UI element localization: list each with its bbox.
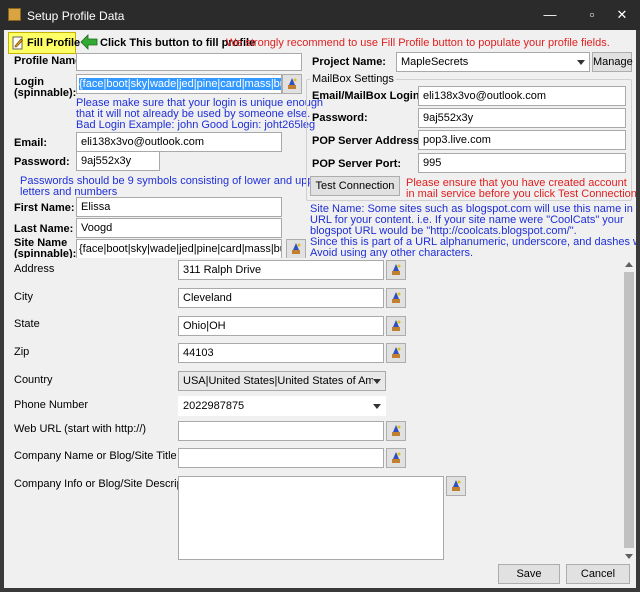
project-name-select[interactable]: MapleSecrets (396, 52, 590, 72)
green-arrow-left-icon (80, 34, 98, 50)
address-spin-button[interactable] (386, 260, 406, 280)
fill-profile-button[interactable]: Fill Profile (8, 32, 80, 54)
mailbox-password-input[interactable]: 9aj552x3y (418, 108, 626, 128)
scroll-down-icon[interactable] (625, 554, 633, 559)
last-name-label: Last Name: (14, 223, 74, 235)
chevron-down-icon (373, 379, 381, 384)
wizard-icon (292, 243, 301, 254)
scroll-up-icon[interactable] (625, 262, 633, 267)
country-select[interactable]: USA|United States|United States of Ameri… (178, 371, 386, 391)
first-name-label: First Name: (14, 202, 75, 214)
pop-port-label: POP Server Port: (312, 158, 402, 170)
pencil-note-icon (12, 36, 24, 50)
web-url-spin-button[interactable] (386, 421, 406, 441)
profile-name-label: Profile Name: (14, 55, 85, 67)
web-url-input[interactable] (178, 421, 384, 441)
manage-button[interactable]: Manage (592, 52, 633, 72)
city-input[interactable]: Cleveland (178, 288, 384, 308)
pop-port-input[interactable]: 995 (418, 153, 626, 173)
phone-select[interactable]: 2022987875 (178, 396, 386, 416)
company-name-spin-button[interactable] (386, 448, 406, 468)
mailbox-group-title: MailBox Settings (310, 73, 396, 85)
login-spin-button[interactable] (282, 74, 302, 94)
title-bar: Setup Profile Data — ▫ ✕ (0, 0, 640, 30)
app-icon (8, 8, 21, 21)
address-scrollbar[interactable] (622, 258, 636, 563)
mailbox-email-label: Email/MailBox Login : (312, 90, 427, 102)
state-label: State (14, 318, 40, 330)
country-label: Country (14, 374, 53, 386)
pop-server-input[interactable]: pop3.live.com (418, 130, 626, 150)
pop-server-label: POP Server Address: (312, 135, 423, 147)
zip-spin-button[interactable] (386, 343, 406, 363)
address-label: Address (14, 263, 55, 275)
site-name-input[interactable]: {face|boot|sky|wade|jed|pine|card|mass|b… (76, 239, 282, 259)
phone-value: 2022987875 (183, 400, 245, 412)
email-label: Email: (14, 137, 48, 149)
wizard-icon (392, 292, 401, 303)
mailbox-email-input[interactable]: eli138x3vo@outlook.com (418, 86, 626, 106)
site-name-spin-button[interactable] (286, 239, 306, 259)
login-hint-3: Bad Login Example: john Good Login: joht… (76, 119, 316, 131)
recommend-text: We strongly recommend to use Fill Profil… (226, 37, 610, 49)
email-input[interactable]: eli138x3vo@outlook.com (76, 132, 282, 152)
wizard-icon (392, 425, 401, 436)
window-title: Setup Profile Data (27, 9, 125, 23)
form-client-area: Fill Profile Click This button to fill p… (4, 30, 636, 588)
company-info-label: Company Info or Blog/Site Description (14, 478, 201, 490)
chevron-down-icon (373, 404, 381, 409)
country-value: USA|United States|United States of Ameri… (183, 375, 373, 387)
state-spin-button[interactable] (386, 316, 406, 336)
address-input[interactable]: 311 Ralph Drive (178, 260, 384, 280)
phone-label: Phone Number (14, 399, 88, 411)
company-name-input[interactable] (178, 448, 384, 468)
scroll-thumb[interactable] (624, 272, 634, 548)
save-button[interactable]: Save (498, 564, 560, 584)
city-label: City (14, 291, 33, 303)
first-name-input[interactable]: Elissa (76, 197, 282, 217)
cancel-button[interactable]: Cancel (566, 564, 630, 584)
company-info-textarea[interactable] (178, 476, 444, 560)
wizard-icon (392, 347, 401, 358)
chevron-down-icon (577, 60, 585, 65)
project-name-label: Project Name: (312, 56, 386, 68)
state-input[interactable]: Ohio|OH (178, 316, 384, 336)
city-spin-button[interactable] (386, 288, 406, 308)
wizard-icon (392, 320, 401, 331)
minimize-button[interactable]: — (536, 6, 564, 24)
zip-input[interactable]: 44103 (178, 343, 384, 363)
test-connection-button[interactable]: Test Connection (310, 176, 400, 196)
login-label-line2: (spinnable): (14, 87, 77, 99)
fill-profile-label: Fill Profile (27, 37, 81, 49)
mailbox-warning-2: in mail service before you click Test Co… (406, 188, 636, 200)
login-value: {face|boot|sky|wade|jed|pine|card|mass|b… (79, 78, 281, 90)
wizard-icon (392, 264, 401, 275)
wizard-icon (452, 480, 461, 491)
company-name-label: Company Name or Blog/Site Title (14, 450, 177, 462)
login-input[interactable]: {face|boot|sky|wade|jed|pine|card|mass|b… (76, 74, 282, 94)
password-input[interactable]: 9aj552x3y (76, 151, 160, 171)
setup-profile-window: Setup Profile Data — ▫ ✕ Fill Profile Cl… (0, 0, 640, 592)
close-button[interactable]: ✕ (608, 6, 636, 24)
mailbox-password-label: Password: (312, 112, 368, 124)
zip-label: Zip (14, 346, 30, 358)
web-url-label: Web URL (start with http://) (14, 423, 147, 435)
last-name-input[interactable]: Voogd (76, 218, 282, 238)
company-info-spin-button[interactable] (446, 476, 466, 496)
profile-name-input[interactable] (76, 53, 302, 71)
password-label: Password: (14, 156, 70, 168)
wizard-icon (288, 78, 297, 89)
maximize-button[interactable]: ▫ (578, 6, 606, 24)
wizard-icon (392, 452, 401, 463)
project-name-value: MapleSecrets (401, 56, 469, 68)
